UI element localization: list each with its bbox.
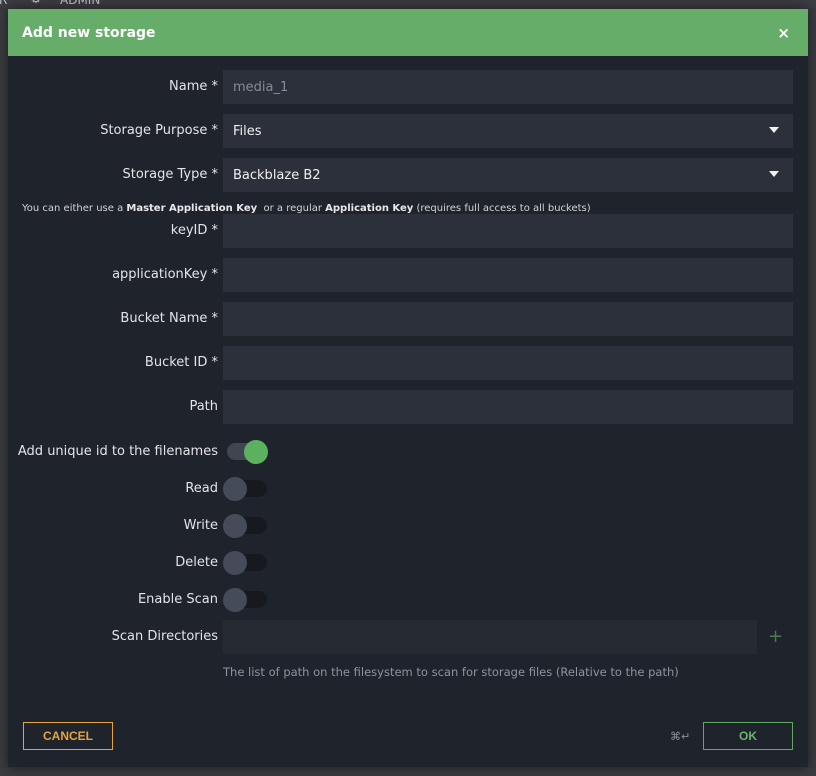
hint-text: You can either use a	[22, 203, 127, 214]
dialog-title: Add new storage	[22, 24, 156, 41]
hint-master-key: Master Application Key	[126, 203, 258, 214]
background-nav-fragment: R	[0, 0, 8, 7]
storage-purpose-value: Files	[233, 123, 262, 139]
write-label: Write	[183, 518, 218, 533]
write-toggle[interactable]	[223, 514, 267, 538]
name-input[interactable]: media_1	[223, 70, 793, 104]
delete-label: Delete	[175, 555, 218, 570]
read-toggle[interactable]	[223, 477, 267, 501]
scan-directories-label: Scan Directories	[111, 629, 218, 644]
caret-down-icon	[769, 127, 779, 133]
hint-text: or a regular	[257, 203, 326, 214]
delete-toggle[interactable]	[223, 551, 267, 575]
application-key-input[interactable]	[223, 258, 793, 292]
storage-purpose-select[interactable]: Files	[223, 114, 793, 148]
close-icon[interactable]: ×	[777, 24, 790, 42]
toggle-knob	[223, 588, 247, 612]
storage-type-value: Backblaze B2	[233, 167, 321, 183]
scan-directories-hint: The list of path on the filesystem to sc…	[223, 665, 679, 679]
scan-directory-input[interactable]	[223, 620, 757, 654]
hint-app-key: Application Key	[325, 203, 414, 214]
ok-button[interactable]: OK	[703, 722, 793, 750]
bucket-name-input[interactable]	[223, 302, 793, 336]
gears-icon: ⚙	[30, 0, 42, 7]
hint-text: (requires full access to all buckets)	[413, 203, 591, 214]
plus-icon[interactable]: +	[768, 628, 783, 646]
unique-id-toggle[interactable]	[223, 440, 268, 464]
read-label: Read	[185, 481, 218, 496]
enable-scan-toggle[interactable]	[223, 588, 267, 612]
application-key-label: applicationKey *	[112, 267, 218, 282]
storage-purpose-label: Storage Purpose *	[100, 123, 218, 138]
path-input[interactable]	[223, 390, 793, 424]
dialog-header: Add new storage ×	[8, 9, 808, 56]
key-id-label: keyID *	[170, 223, 218, 238]
enable-scan-label: Enable Scan	[137, 592, 218, 607]
toggle-knob	[223, 477, 247, 501]
toggle-knob	[223, 514, 247, 538]
storage-type-label: Storage Type *	[122, 167, 219, 182]
bucket-id-input[interactable]	[223, 346, 793, 380]
keyboard-shortcut-hint: ⌘↵	[670, 730, 691, 743]
toggle-knob	[223, 551, 247, 575]
background-admin-label: ADMIN	[60, 0, 101, 7]
application-key-hint: You can either use a Master Application …	[22, 203, 591, 214]
bucket-name-label: Bucket Name *	[120, 311, 218, 326]
path-label: Path	[189, 399, 218, 414]
add-storage-dialog: Add new storage × Name * media_1 Storage…	[8, 9, 808, 767]
cancel-button[interactable]: CANCEL	[23, 722, 113, 750]
bucket-id-label: Bucket ID *	[144, 355, 218, 370]
caret-down-icon	[769, 171, 779, 177]
toggle-knob	[244, 440, 268, 464]
storage-type-select[interactable]: Backblaze B2	[223, 158, 793, 192]
key-id-input[interactable]	[223, 214, 793, 248]
name-label: Name *	[169, 79, 218, 94]
unique-id-label: Add unique id to the filenames	[17, 444, 218, 459]
background-navbar	[0, 0, 816, 8]
